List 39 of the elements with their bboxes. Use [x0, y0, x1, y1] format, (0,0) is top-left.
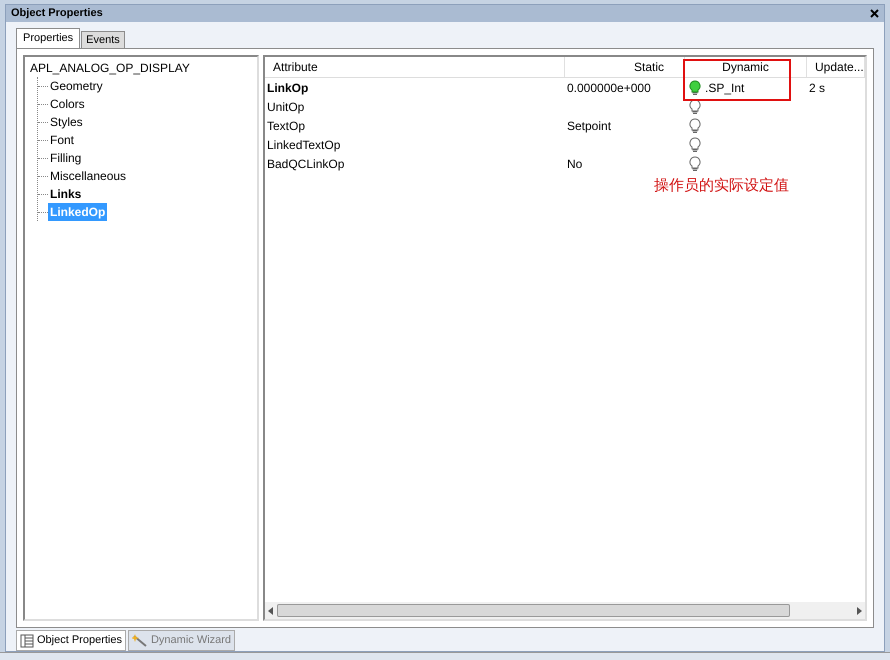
- column-header[interactable]: Attribute: [265, 57, 565, 77]
- table-cell: TextOp: [267, 118, 306, 132]
- bulb-icon[interactable]: [689, 156, 701, 172]
- table-cell: 2 s: [809, 80, 826, 94]
- table-cell-text: .SP_Int: [705, 80, 744, 96]
- table-cell: BadQCLinkOp: [267, 156, 344, 170]
- tree-item[interactable]: Colors: [48, 95, 87, 113]
- window-title: Object Properties: [6, 5, 884, 22]
- wand-icon: [132, 634, 148, 648]
- bulb-icon[interactable]: [689, 118, 701, 134]
- bulb-icon[interactable]: [689, 136, 701, 152]
- table-cell: 0.000000e+000: [567, 80, 651, 94]
- table-cell: LinkedTextOp: [267, 138, 340, 152]
- column-header[interactable]: Static: [565, 57, 685, 77]
- scroll-left-icon[interactable]: [268, 606, 273, 614]
- tree-item[interactable]: Links: [48, 185, 84, 203]
- column-header[interactable]: Dynamic: [685, 57, 807, 77]
- lit-bulb-icon[interactable]: [689, 80, 701, 96]
- tree-item[interactable]: Miscellaneous: [48, 167, 128, 185]
- table-cell: No: [567, 156, 582, 170]
- table-cell: UnitOp: [267, 100, 304, 114]
- column-header[interactable]: Update...: [807, 57, 865, 77]
- scroll-thumb[interactable]: [277, 604, 790, 617]
- table-cell: LinkOp: [267, 80, 308, 94]
- tree-item[interactable]: Styles: [48, 113, 85, 131]
- close-icon[interactable]: [870, 9, 879, 18]
- annotation-text: 操作员的实际设定值: [654, 176, 789, 196]
- bulb-icon[interactable]: [689, 98, 701, 114]
- table-icon: [20, 634, 34, 648]
- tree-item[interactable]: Font: [48, 131, 76, 149]
- tab[interactable]: Events: [81, 31, 125, 48]
- tree-item[interactable]: Geometry: [48, 77, 105, 95]
- tree-item[interactable]: Filling: [48, 149, 84, 167]
- bottom-tab[interactable]: Object Properties: [16, 630, 126, 651]
- tab[interactable]: Properties: [16, 28, 80, 48]
- horizontal-scrollbar[interactable]: [265, 602, 865, 619]
- tree-root[interactable]: APL_ANALOG_OP_DISPLAY: [30, 59, 257, 77]
- scroll-right-icon[interactable]: [857, 606, 862, 614]
- table-cell: Setpoint: [567, 118, 612, 132]
